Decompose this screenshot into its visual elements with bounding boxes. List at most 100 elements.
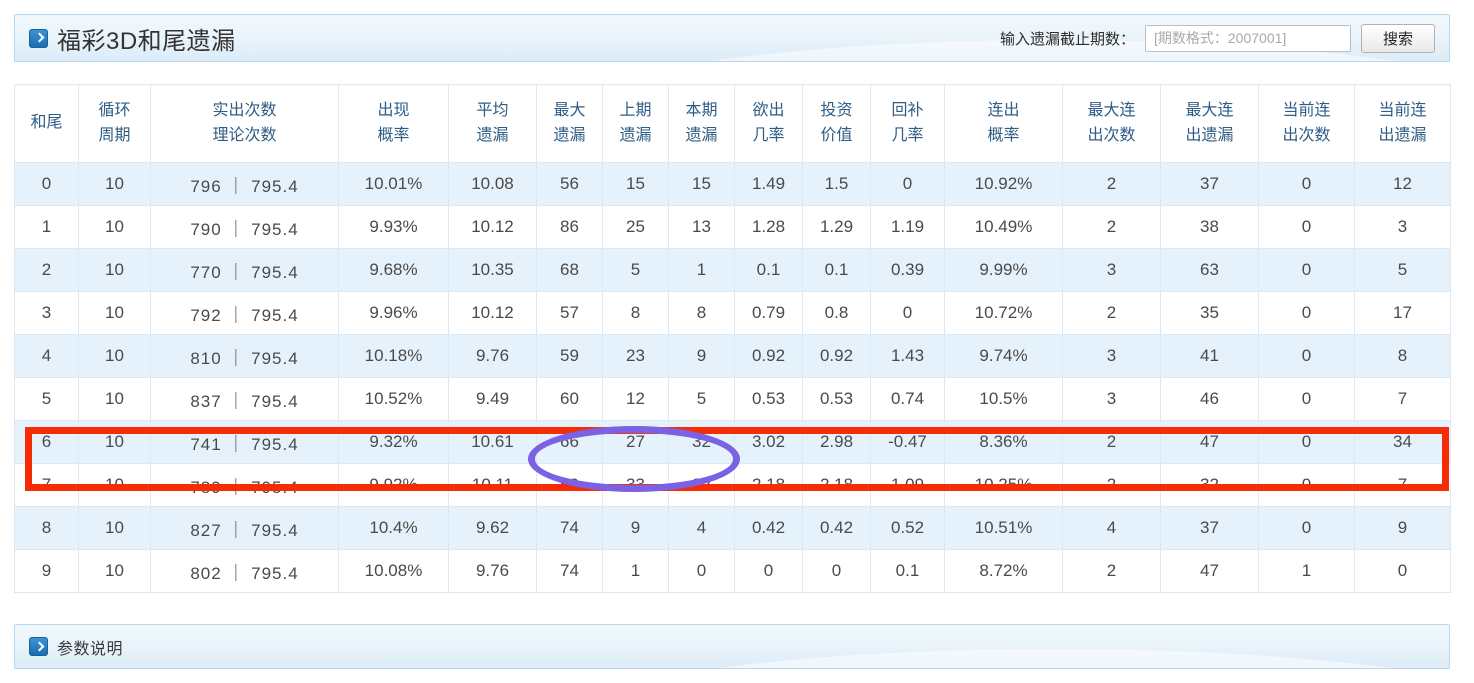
table-row[interactable]: 6 10 741 ｜ 795.4 9.32% 10.61 66 27 32 3.02 2.98 -0…	[14, 420, 1451, 464]
table-cell: 15	[602, 162, 669, 206]
table-cell: 63	[1160, 248, 1259, 292]
column-header-line1: 当前连	[1378, 101, 1427, 119]
column-header-line2: 遗漏	[685, 126, 718, 144]
table-row[interactable]: 2 10 770 ｜ 795.4 9.68% 10.35 68 5 1 0.1 0.1 0.39 9.…	[14, 248, 1451, 292]
table-cell: 0	[1258, 248, 1355, 292]
table-cell: 8.72%	[944, 549, 1063, 593]
table-cell: 1	[602, 549, 669, 593]
table-cell: 0	[1258, 377, 1355, 421]
table-cell: 9.93%	[338, 205, 449, 249]
table-cell: 10	[78, 248, 151, 292]
table-cell: 2	[1062, 549, 1161, 593]
table-cell: 23	[602, 334, 669, 378]
column-header-line2: 出遗漏	[1378, 126, 1427, 144]
page-header-panel: 福彩3D和尾遗漏 输入遗漏截止期数： 搜索	[14, 14, 1450, 62]
table-cell: 2.18	[734, 463, 803, 507]
table-cell: 10	[78, 549, 151, 593]
column-header: 当前连 出遗漏	[1354, 84, 1451, 163]
table-cell: 2	[1062, 205, 1161, 249]
column-header: 欲出 几率	[734, 84, 803, 163]
column-header-line1: 欲出	[752, 101, 785, 119]
table-cell: 10.5%	[944, 377, 1063, 421]
row-label-cell: 9	[14, 549, 79, 593]
table-cell: 50	[536, 463, 603, 507]
column-header-line2: 周期	[98, 126, 131, 144]
table-cell: 827 ｜ 795.4	[150, 506, 339, 550]
table-cell: 1.19	[870, 205, 945, 249]
table-cell: 0.39	[870, 248, 945, 292]
row-label-cell: 3	[14, 291, 79, 335]
table-cell: -0.47	[870, 420, 945, 464]
table-cell: 10	[78, 506, 151, 550]
table-cell: 2	[1062, 463, 1161, 507]
table-cell: 810 ｜ 795.4	[150, 334, 339, 378]
column-header: 实出次数 理论次数	[150, 84, 339, 163]
table-cell: 796 ｜ 795.4	[150, 162, 339, 206]
table-cell: 9.62	[448, 506, 537, 550]
table-cell: 25	[602, 205, 669, 249]
table-cell: 9.32%	[338, 420, 449, 464]
table-row[interactable]: 0 10 796 ｜ 795.4 10.01% 10.08 56 15 15 1.49 1.5 0 1…	[14, 162, 1451, 206]
table-row[interactable]: 8 10 827 ｜ 795.4 10.4% 9.62 74 9 4 0.42 0.42 0.52 1…	[14, 506, 1451, 550]
table-row[interactable]: 3 10 792 ｜ 795.4 9.96% 10.12 57 8 8 0.79 0.8 0 10.7…	[14, 291, 1451, 335]
table-cell: 35	[1160, 291, 1259, 335]
search-button[interactable]: 搜索	[1361, 23, 1435, 53]
table-cell: 792 ｜ 795.4	[150, 291, 339, 335]
table-cell: 3.02	[734, 420, 803, 464]
table-cell: 0.1	[734, 248, 803, 292]
column-header-line2: 价值	[820, 126, 853, 144]
table-row[interactable]: 9 10 802 ｜ 795.4 10.08% 9.76 74 1 0 0 0 0.1 8.72% 2 4…	[14, 549, 1451, 593]
table-cell: 46	[1160, 377, 1259, 421]
table-cell: 3	[1062, 248, 1161, 292]
table-row[interactable]: 1 10 790 ｜ 795.4 9.93% 10.12 86 25 13 1.28 1.29 1.…	[14, 205, 1451, 249]
period-cutoff-input[interactable]	[1145, 24, 1351, 52]
table-row[interactable]: 5 10 837 ｜ 795.4 10.52% 9.49 60 12 5 0.53 0.53 0.7…	[14, 377, 1451, 421]
table-cell: 5	[602, 248, 669, 292]
column-header-line1: 出现	[377, 101, 410, 119]
column-header: 循环 周期	[78, 84, 151, 163]
column-header: 本期 遗漏	[668, 84, 735, 163]
table-cell: 10	[78, 205, 151, 249]
table-cell: 10.49%	[944, 205, 1063, 249]
page-footer-panel[interactable]: 参数说明	[14, 624, 1450, 669]
table-cell: 10.12	[448, 205, 537, 249]
row-label-cell: 7	[14, 463, 79, 507]
table-cell: 27	[602, 420, 669, 464]
page-title: 福彩3D和尾遗漏	[57, 27, 236, 55]
table-cell: 2	[1062, 291, 1161, 335]
column-header-line1: 连出	[987, 101, 1020, 119]
column-header: 连出 概率	[944, 84, 1063, 163]
column-header-line2: 遗漏	[553, 126, 586, 144]
column-header: 最大连 出次数	[1062, 84, 1161, 163]
column-header-line2: 遗漏	[476, 126, 509, 144]
table-cell: 10.51%	[944, 506, 1063, 550]
table-header-row: 和尾 循环 周期 实出次数 理论次数 出现 概率 平均 遗漏 最大 遗漏 上期 遗漏 本期 遗漏 欲出 几率 投资…	[14, 84, 1451, 163]
column-header-line1: 和尾	[30, 114, 63, 132]
table-cell: 7	[1354, 463, 1451, 507]
table-cell: 12	[602, 377, 669, 421]
column-header-line1: 循环	[98, 101, 131, 119]
table-cell: 4	[1062, 506, 1161, 550]
table-cell: 10.11	[448, 463, 537, 507]
table-cell: 33	[602, 463, 669, 507]
table-cell: 9.99%	[944, 248, 1063, 292]
table-cell: 10	[78, 463, 151, 507]
table-row[interactable]: 4 10 810 ｜ 795.4 10.18% 9.76 59 23 9 0.92 0.92 1.4…	[14, 334, 1451, 378]
table-cell: 10.01%	[338, 162, 449, 206]
table-cell: 0.53	[802, 377, 871, 421]
table-cell: 9	[602, 506, 669, 550]
column-header-line1: 本期	[685, 101, 718, 119]
column-header: 和尾	[14, 84, 79, 163]
table-row[interactable]: 7 10 789 ｜ 795.4 9.92% 10.11 50 33 22 2.18 2.18 1.…	[14, 463, 1451, 507]
row-label-cell: 1	[14, 205, 79, 249]
row-label-cell: 0	[14, 162, 79, 206]
table-cell: 74	[536, 549, 603, 593]
column-header-line1: 平均	[476, 101, 509, 119]
table-cell: 74	[536, 506, 603, 550]
table-cell: 41	[1160, 334, 1259, 378]
table-cell: 10	[78, 377, 151, 421]
table-cell: 0.92	[802, 334, 871, 378]
table-cell: 0	[870, 162, 945, 206]
table-cell: 9.74%	[944, 334, 1063, 378]
column-header-line2: 几率	[752, 126, 785, 144]
